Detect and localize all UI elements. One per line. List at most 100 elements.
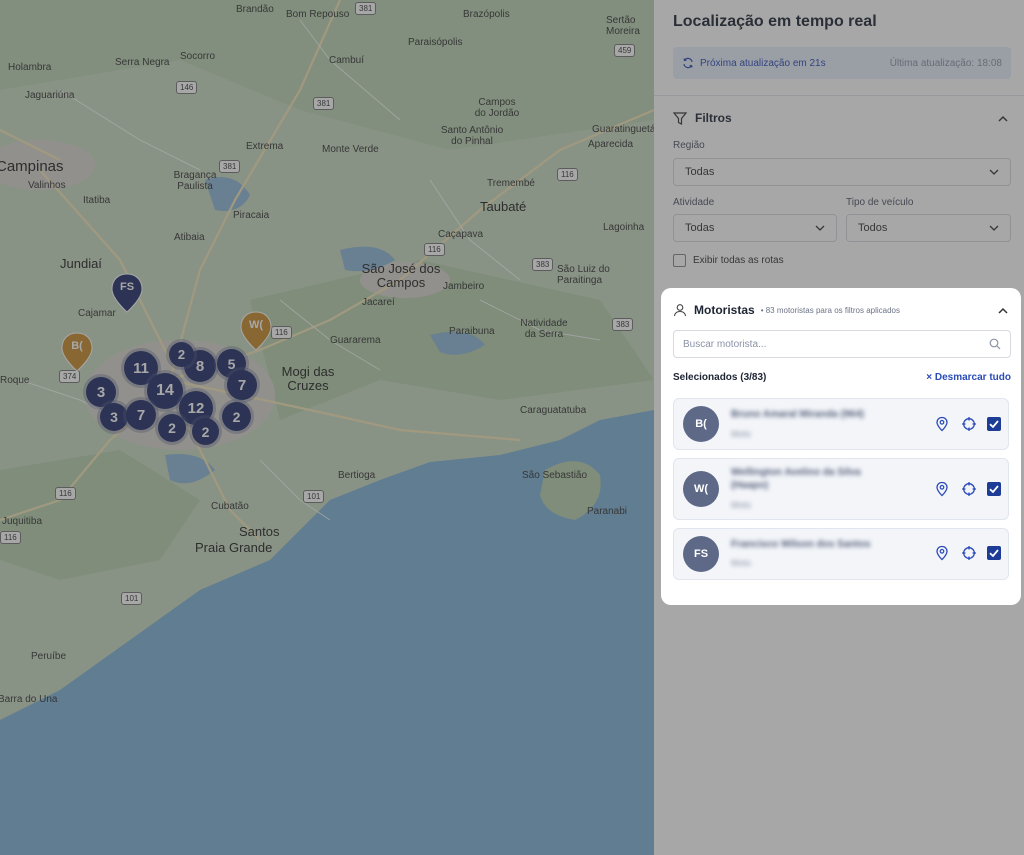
pin-marker-icon: [111, 273, 143, 313]
search-placeholder: Buscar motorista...: [683, 338, 767, 350]
map-view[interactable]: Brandão Bom Repouso Brazópolis Sertão Mo…: [0, 0, 654, 855]
crosshair-icon[interactable]: [961, 416, 977, 432]
filter-icon: [673, 111, 687, 125]
driver-search-input[interactable]: Buscar motorista...: [673, 330, 1011, 358]
map-label: Piracaia: [233, 210, 270, 221]
map-cluster[interactable]: 3: [100, 403, 128, 431]
map-label: Peruíbe: [31, 651, 67, 662]
road-shield: 383: [612, 318, 634, 331]
vehicle-type-value: Todos: [858, 222, 888, 234]
driver-select-checkbox[interactable]: [987, 482, 1001, 496]
map-label: Itatiba: [83, 195, 111, 206]
map-label: Sertão Moreira: [606, 15, 640, 37]
map-label: Mogi das Cruzes: [281, 364, 335, 393]
map-label: Santos: [239, 524, 280, 539]
crosshair-icon[interactable]: [961, 545, 977, 561]
map-label: Socorro: [180, 51, 216, 62]
driver-select-checkbox[interactable]: [987, 546, 1001, 560]
avatar: W(: [683, 471, 719, 507]
chevron-up-icon[interactable]: [997, 113, 1009, 125]
driver-select-checkbox[interactable]: [987, 417, 1001, 431]
region-select[interactable]: Todas: [673, 158, 1011, 186]
map-label: Valinhos: [28, 180, 66, 191]
region-label: Região: [673, 140, 705, 151]
road-shield: 146: [176, 81, 198, 94]
map-label: Roque: [0, 375, 30, 386]
map-label: Guaratinguetá: [592, 124, 654, 135]
show-all-routes-checkbox[interactable]: [673, 254, 686, 267]
location-pin-icon[interactable]: [934, 416, 950, 432]
map-label: Bom Repouso: [286, 9, 350, 20]
vehicle-type-select[interactable]: Todos: [846, 214, 1011, 242]
map-label: Jundiaí: [60, 256, 102, 271]
pin-marker-icon: [61, 332, 93, 372]
driver-list-item[interactable]: W( Wellington Avelino da Silva (Haapo) M…: [673, 458, 1009, 520]
activity-select[interactable]: Todas: [673, 214, 837, 242]
pin-marker-icon: [240, 311, 272, 351]
driver-pin-b[interactable]: B(: [61, 332, 93, 372]
driver-name: Wellington Avelino da Silva (Haapo): [731, 467, 861, 491]
chevron-down-icon: [989, 225, 999, 231]
divider: [654, 95, 1024, 96]
activity-value: Todas: [685, 222, 715, 234]
chevron-down-icon: [815, 225, 825, 231]
map-cluster[interactable]: 7: [126, 400, 156, 430]
map-label: Juquitiba: [2, 516, 43, 527]
check-icon: [989, 485, 999, 494]
map-label: São Sebastião: [522, 470, 588, 481]
chevron-up-icon[interactable]: [997, 305, 1009, 317]
road-shield: 381: [219, 160, 241, 173]
map-label: Caçapava: [438, 229, 484, 240]
drivers-title: Motoristas: [694, 303, 755, 317]
check-icon: [989, 420, 999, 429]
driver-vehicle: Moto: [731, 558, 752, 568]
map-cluster[interactable]: 2: [158, 414, 186, 442]
last-update-text: Última atualização: 18:08: [889, 57, 1002, 69]
pin-label: B(: [71, 340, 83, 352]
page-title: Localização em tempo real: [673, 13, 877, 30]
road-shield: 459: [614, 44, 636, 57]
map-cluster[interactable]: 7: [227, 370, 257, 400]
map-cluster[interactable]: 2: [169, 342, 194, 367]
road-shield: 381: [355, 2, 377, 15]
driver-vehicle: Moto: [731, 429, 752, 439]
drivers-header[interactable]: Motoristas • 83 motoristas para os filtr…: [673, 303, 900, 317]
show-all-routes-option[interactable]: Exibir todas as rotas: [673, 254, 784, 267]
map-label: São Luiz do Paraitinga: [557, 264, 610, 286]
map-label: Jacareí: [362, 297, 395, 308]
map-cluster[interactable]: 2: [192, 418, 219, 445]
driver-pin-fs[interactable]: FS: [111, 273, 143, 313]
map-label: Tremembé: [487, 178, 535, 189]
map-label: Santo Antônio do Pinhal: [440, 125, 504, 147]
next-update-text: Próxima atualização em 21s: [700, 57, 826, 69]
map-cluster[interactable]: 2: [222, 402, 251, 431]
driver-list-item[interactable]: B( Bruno Amaral Miranda (964) Moto: [673, 398, 1009, 450]
crosshair-icon[interactable]: [961, 481, 977, 497]
map-label: Holambra: [8, 62, 52, 73]
refresh-icon[interactable]: [682, 57, 694, 69]
search-icon: [989, 338, 1001, 350]
driver-pin-w[interactable]: W(: [240, 311, 272, 351]
deselect-all-button[interactable]: × Desmarcar tudo: [926, 372, 1011, 383]
map-label: Barra do Una: [0, 694, 58, 705]
map-label: Aparecida: [588, 139, 634, 150]
road-shield: 101: [303, 490, 325, 503]
location-pin-icon[interactable]: [934, 481, 950, 497]
update-status-bar: Próxima atualização em 21s Última atuali…: [673, 47, 1011, 79]
map-cluster[interactable]: 14: [147, 373, 183, 409]
avatar: B(: [683, 406, 719, 442]
map-label: Praia Grande: [195, 540, 273, 555]
road-shield: 116: [557, 168, 578, 181]
filters-header[interactable]: Filtros: [673, 111, 732, 125]
map-label: Jaguariúna: [25, 90, 75, 101]
location-pin-icon[interactable]: [934, 545, 950, 561]
map-label: Lagoinha: [603, 222, 645, 233]
map-label: Campos do Jordão: [474, 97, 520, 119]
pin-label: FS: [119, 281, 135, 293]
map-label: Paraibuna: [449, 326, 495, 337]
map-base: [0, 0, 654, 855]
driver-list-item[interactable]: FS Francisco Wilson dos Santos Moto: [673, 528, 1009, 580]
map-label: Taubaté: [480, 199, 527, 214]
check-icon: [989, 549, 999, 558]
region-value: Todas: [685, 166, 715, 178]
